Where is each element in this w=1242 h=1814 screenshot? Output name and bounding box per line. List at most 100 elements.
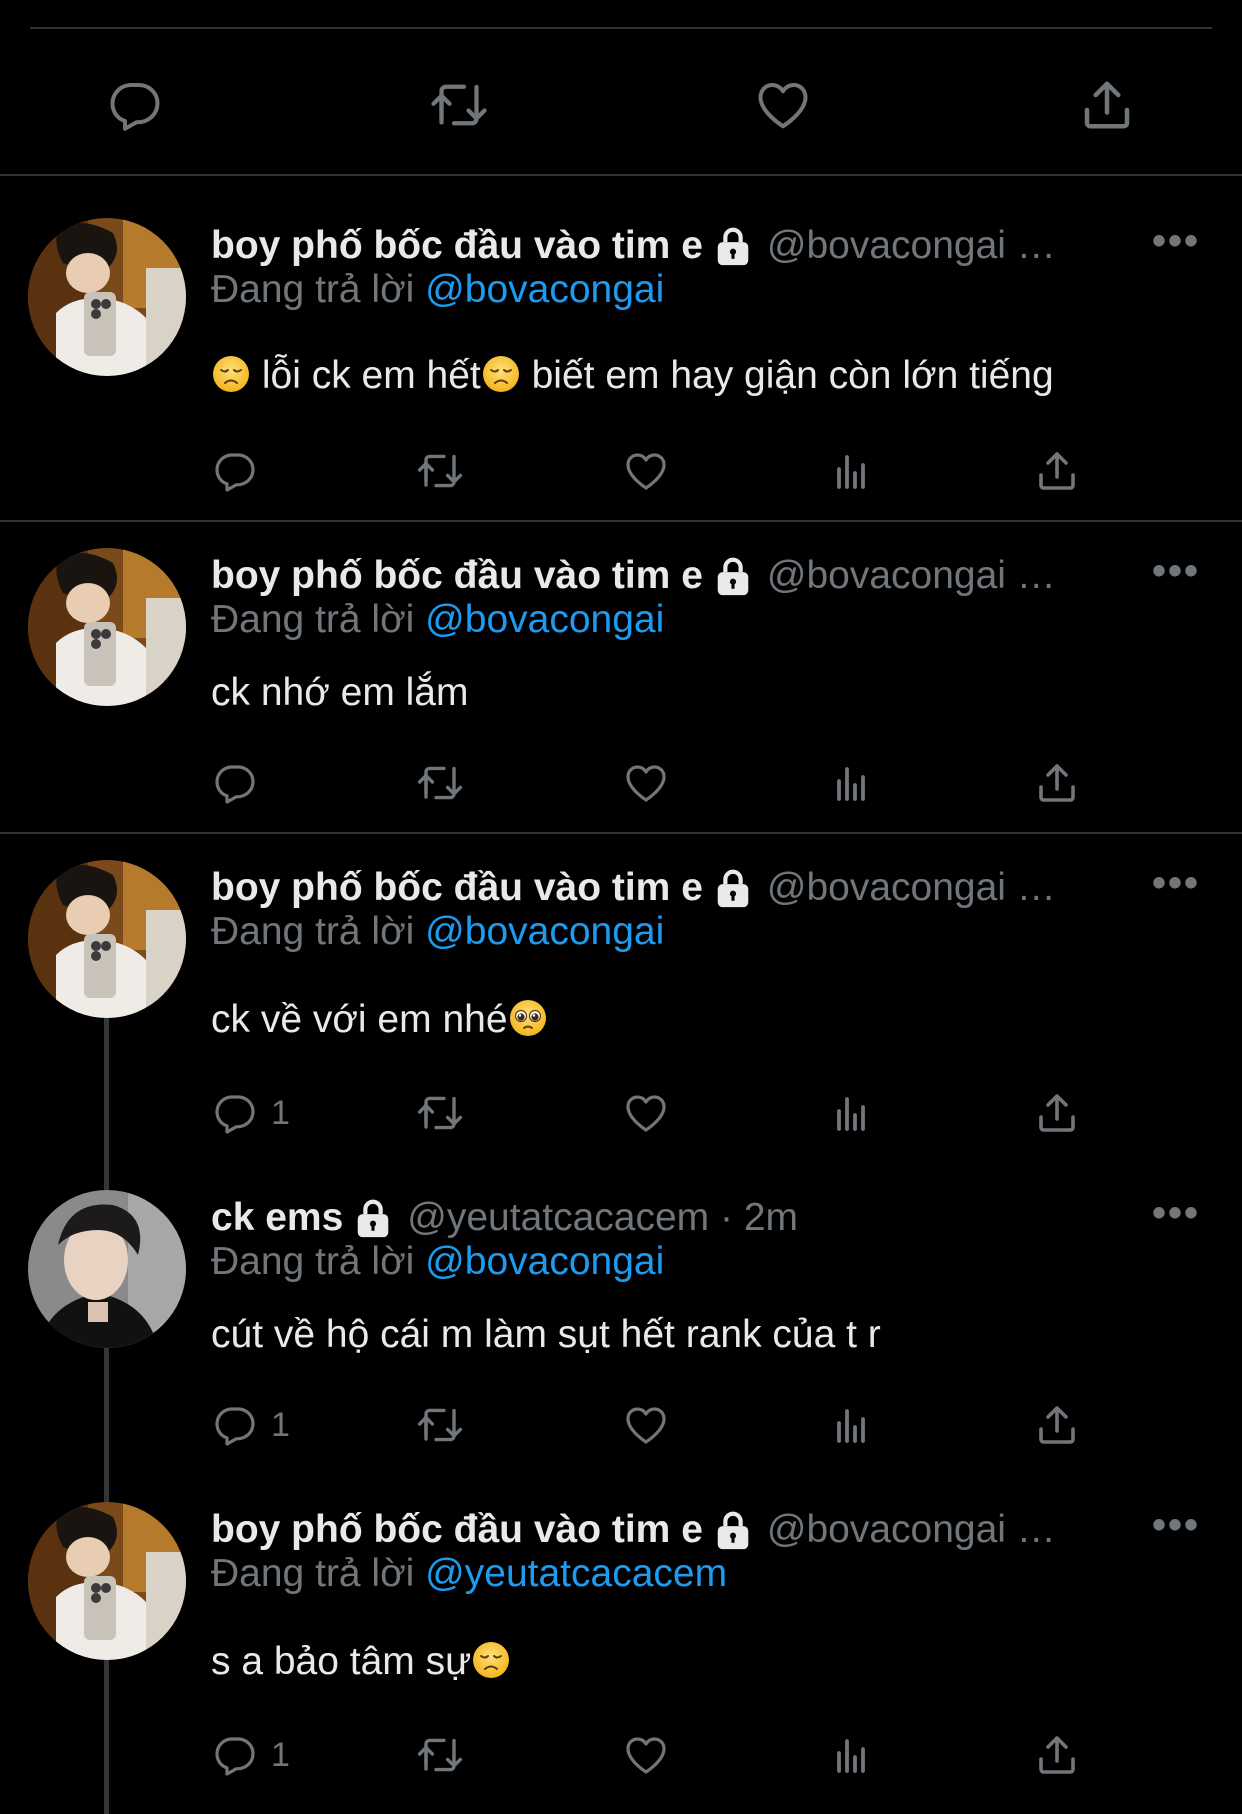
analytics-button[interactable]: [827, 1395, 875, 1455]
share-icon: [1077, 75, 1137, 135]
mention-link[interactable]: @bovacongai: [425, 268, 664, 311]
like-button[interactable]: [622, 441, 670, 501]
reply-prefix: Đang trả lời: [211, 1240, 415, 1283]
tweet-text: s a bảo tâm sự: [211, 1640, 511, 1684]
reply-context: Đang trả lời @bovacongai: [211, 268, 664, 312]
reply-icon: [211, 759, 259, 807]
display-name[interactable]: boy phố bốc đầu vào tim e: [211, 224, 703, 268]
avatar[interactable]: [28, 1190, 186, 1348]
tweet-text-part: s a bảo tâm sự: [211, 1640, 472, 1683]
handle[interactable]: @bovacongai …: [767, 554, 1056, 598]
retweet-button[interactable]: [416, 753, 464, 813]
tweet-text-part: lỗi ck em hết: [261, 354, 481, 397]
mention-link[interactable]: @bovacongai: [425, 910, 664, 953]
reply-button[interactable]: 1: [211, 1725, 290, 1785]
divider: [0, 174, 1242, 176]
handle[interactable]: @bovacongai …: [767, 224, 1056, 268]
avatar[interactable]: [28, 548, 186, 706]
like-button[interactable]: [622, 1725, 670, 1785]
share-button[interactable]: [1033, 1395, 1081, 1455]
avatar[interactable]: [28, 218, 186, 376]
main-tweet-actions: [0, 70, 1242, 140]
mention-link[interactable]: @bovacongai: [425, 598, 664, 641]
tweet-text-part: ck về với em nhé: [211, 998, 508, 1041]
tweet-text: lỗi ck em hết biết em hay giận còn lớn t…: [211, 354, 1054, 398]
tweet-header: boy phố bốc đầu vào tim e @bovacongai …: [211, 548, 1056, 604]
divider: [0, 832, 1242, 834]
display-name[interactable]: ck ems: [211, 1196, 343, 1240]
reply-icon: [211, 447, 259, 495]
tweet-header: boy phố bốc đầu vào tim e @bovacongai …: [211, 218, 1056, 274]
more-icon[interactable]: •••: [1152, 1190, 1200, 1236]
reply-button[interactable]: 1: [211, 1083, 290, 1143]
mention-link[interactable]: @yeutatcacacem: [425, 1552, 727, 1595]
retweet-icon: [429, 75, 489, 135]
like-icon: [622, 447, 670, 495]
lock-icon: [353, 1197, 393, 1239]
reply-icon: [105, 75, 165, 135]
reply-button[interactable]: [211, 753, 271, 813]
divider: [0, 520, 1242, 522]
tweet-header: ck ems @yeutatcacacem · 2m: [211, 1190, 798, 1246]
more-icon[interactable]: •••: [1152, 860, 1200, 906]
display-name[interactable]: boy phố bốc đầu vào tim e: [211, 866, 703, 910]
reply-button[interactable]: [100, 70, 170, 140]
mention-link[interactable]: @bovacongai: [425, 1240, 664, 1283]
retweet-button[interactable]: [416, 441, 464, 501]
disappointed-emoji: [211, 354, 251, 394]
thread-line: [104, 1346, 109, 1502]
lock-icon: [713, 225, 753, 267]
display-name[interactable]: boy phố bốc đầu vào tim e: [211, 554, 703, 598]
reply-context: Đang trả lời @bovacongai: [211, 598, 664, 642]
display-name[interactable]: boy phố bốc đầu vào tim e: [211, 1508, 703, 1552]
retweet-icon: [416, 1731, 464, 1779]
reply-count: 1: [271, 1735, 290, 1774]
more-icon[interactable]: •••: [1152, 1502, 1200, 1548]
handle[interactable]: @bovacongai …: [767, 1508, 1056, 1552]
more-icon[interactable]: •••: [1152, 218, 1200, 264]
like-button[interactable]: [622, 753, 670, 813]
reply-prefix: Đang trả lời: [211, 1552, 415, 1595]
analytics-button[interactable]: [827, 441, 875, 501]
share-button[interactable]: [1033, 753, 1081, 813]
share-button[interactable]: [1033, 441, 1081, 501]
disappointed-emoji: [481, 354, 521, 394]
reply-button[interactable]: [211, 441, 271, 501]
tweet-actions: 1: [211, 1725, 1111, 1785]
reply-icon: [211, 1401, 259, 1449]
reply-button[interactable]: 1: [211, 1395, 290, 1455]
tweet-text: cút về hộ cái m làm sụt hết rank của t r: [211, 1313, 881, 1356]
avatar[interactable]: [28, 860, 186, 1018]
tweet-actions: 1: [211, 1395, 1111, 1455]
share-button[interactable]: [1072, 70, 1142, 140]
like-icon: [622, 759, 670, 807]
retweet-icon: [416, 1089, 464, 1137]
analytics-icon: [827, 1731, 875, 1779]
handle[interactable]: @bovacongai …: [767, 866, 1056, 910]
like-button[interactable]: [622, 1083, 670, 1143]
analytics-button[interactable]: [827, 1725, 875, 1785]
reply-icon: [211, 1089, 259, 1137]
lock-icon: [713, 867, 753, 909]
retweet-button[interactable]: [416, 1083, 464, 1143]
retweet-button[interactable]: [416, 1725, 464, 1785]
tweet-actions: [211, 441, 1111, 501]
like-button[interactable]: [748, 70, 818, 140]
like-button[interactable]: [622, 1395, 670, 1455]
analytics-icon: [827, 759, 875, 807]
analytics-button[interactable]: [827, 1083, 875, 1143]
more-icon[interactable]: •••: [1152, 548, 1200, 594]
retweet-button[interactable]: [424, 70, 494, 140]
tweet-text: ck về với em nhé: [211, 998, 548, 1042]
avatar[interactable]: [28, 1502, 186, 1660]
reply-prefix: Đang trả lời: [211, 910, 415, 953]
share-button[interactable]: [1033, 1083, 1081, 1143]
top-divider: [30, 27, 1212, 29]
handle[interactable]: @yeutatcacacem · 2m: [407, 1196, 798, 1240]
tweet-actions: 1: [211, 1083, 1111, 1143]
analytics-icon: [827, 1089, 875, 1137]
share-button[interactable]: [1033, 1725, 1081, 1785]
retweet-button[interactable]: [416, 1395, 464, 1455]
like-icon: [622, 1401, 670, 1449]
analytics-button[interactable]: [827, 753, 875, 813]
